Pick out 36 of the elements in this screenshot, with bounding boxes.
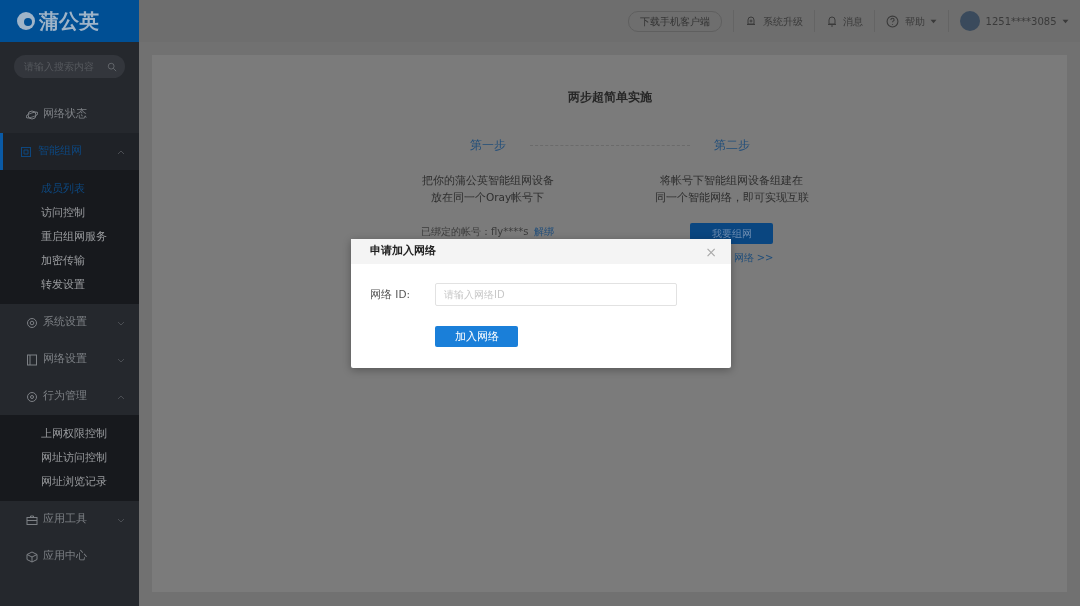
step-label: 第二步	[712, 137, 751, 154]
submenu-item[interactable]: 上网权限控制	[0, 422, 139, 446]
dandelion-logo-icon	[16, 11, 36, 31]
submenu-item[interactable]: 网址浏览记录	[0, 470, 139, 494]
step-label: 第一步	[468, 137, 507, 154]
avatar[interactable]	[960, 11, 981, 31]
bell-icon	[745, 15, 758, 27]
join-network-link[interactable]: 网络 >>	[733, 252, 774, 263]
panel-icon	[25, 353, 38, 366]
planet-icon	[25, 108, 38, 121]
caret-down-icon	[930, 18, 938, 24]
section-title: 两步超简单实施	[567, 89, 652, 106]
sidebar-item[interactable]: 应用中心	[0, 538, 139, 575]
caret-down-icon	[1062, 18, 1069, 24]
sidebar-item[interactable]: 行为管理	[0, 378, 139, 415]
submenu-item[interactable]: 转发设置	[0, 273, 139, 297]
brand-name: 蒲公英	[38, 8, 99, 35]
search-icon	[107, 61, 117, 72]
sidebar-item[interactable]: 应用工具	[0, 501, 139, 538]
join-network-button[interactable]: 加入网络	[435, 326, 518, 347]
bell-icon	[825, 15, 838, 27]
dialog-title: 申请加入网络	[370, 243, 436, 260]
close-button[interactable]: ×	[705, 244, 717, 259]
unbind-link[interactable]: 解绑	[533, 224, 554, 239]
cube-icon	[25, 550, 38, 563]
submenu-item[interactable]: 重启组网服务	[0, 225, 139, 249]
submenu-item[interactable]: 网址访问控制	[0, 446, 139, 470]
sidebar-item[interactable]: 网络设置	[0, 341, 139, 378]
submenu-item[interactable]: 访问控制	[0, 201, 139, 225]
grid-icon	[20, 145, 32, 158]
toolbox-icon	[25, 513, 38, 526]
sidebar-item[interactable]: 系统设置	[0, 304, 139, 341]
help-icon	[886, 14, 900, 28]
sidebar-item[interactable]: 网络状态	[0, 96, 139, 133]
field-label: 网络 ID:	[370, 286, 412, 302]
submenu-item[interactable]: 加密传输	[0, 249, 139, 273]
